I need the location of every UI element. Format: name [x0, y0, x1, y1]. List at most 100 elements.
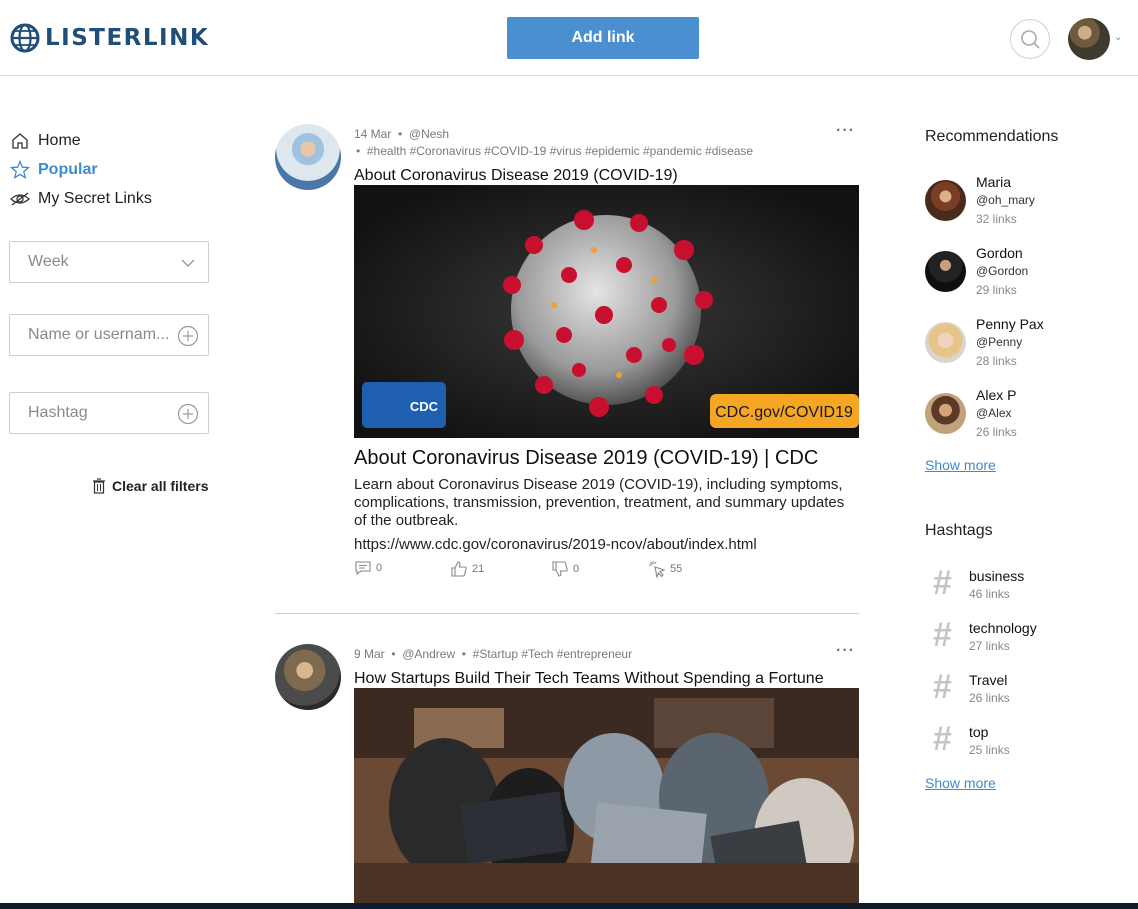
add-circle-icon[interactable]	[177, 403, 199, 425]
nav-item-home[interactable]: Home	[10, 126, 152, 155]
search-icon	[1021, 30, 1040, 49]
logo-text: LISTERLINK	[45, 25, 210, 51]
post-meta: 14 Mar • @Nesh	[354, 127, 450, 141]
more-options-icon[interactable]: ···	[836, 642, 855, 660]
hashtag-icon: #	[933, 616, 952, 654]
chevron-down-icon[interactable]: ⌄	[1114, 32, 1122, 43]
link-preview-title[interactable]: About Coronavirus Disease 2019 (COVID-19…	[354, 447, 818, 470]
post-author[interactable]: @Andrew	[402, 647, 455, 661]
add-link-button[interactable]: Add link	[507, 17, 699, 59]
chevron-down-icon	[181, 259, 195, 267]
hashtag-count: 27 links	[969, 639, 1010, 653]
post-date: 14 Mar	[354, 127, 392, 141]
cdc-logo-text: CDC	[410, 399, 439, 414]
recommendation-item[interactable]: Alex P @Alex 26 links	[925, 387, 1125, 447]
post-image[interactable]	[354, 688, 859, 903]
recommendation-item[interactable]: Gordon @Gordon 29 links	[925, 245, 1125, 305]
clear-filters-button[interactable]: Clear all filters	[92, 478, 209, 494]
likes-count: 21	[472, 563, 485, 575]
hashtag-filter-input[interactable]: Hashtag	[9, 392, 209, 434]
clicks-counter: 55	[648, 560, 682, 578]
add-circle-icon[interactable]	[177, 325, 199, 347]
comment-icon	[355, 561, 371, 576]
name-filter-placeholder: Name or usernam...	[28, 326, 170, 343]
avatar[interactable]	[925, 180, 966, 221]
recommendation-name[interactable]: Gordon	[976, 245, 1023, 261]
post-author-avatar[interactable]	[275, 124, 341, 190]
nav-item-secret-links[interactable]: My Secret Links	[10, 184, 152, 213]
avatar[interactable]	[925, 393, 966, 434]
globe-icon	[10, 23, 40, 53]
recommendation-name[interactable]: Maria	[976, 174, 1011, 190]
comments-count: 0	[376, 562, 383, 574]
hashtags-show-more-link[interactable]: Show more	[925, 775, 996, 791]
recommendation-item[interactable]: Penny Pax @Penny 28 links	[925, 316, 1125, 376]
hashtag-name[interactable]: technology	[969, 620, 1037, 636]
thumbs-up-icon	[451, 561, 467, 577]
top-header: LISTERLINK Add link ⌄	[0, 0, 1138, 76]
left-nav: Home Popular My Secret Links	[10, 126, 152, 213]
post-hashtags: • #health #Coronavirus #COVID-19 #virus …	[356, 144, 754, 158]
post-hashtags-text[interactable]: #Startup #Tech #entrepreneur	[473, 647, 632, 661]
eye-hidden-icon	[10, 189, 30, 209]
hashtag-name[interactable]: Travel	[969, 672, 1007, 688]
recommendation-handle: @Alex	[976, 406, 1012, 420]
clear-filters-label: Clear all filters	[112, 478, 209, 494]
nav-item-label: My Secret Links	[38, 189, 152, 207]
user-avatar[interactable]	[1068, 18, 1110, 60]
more-options-icon[interactable]: ···	[836, 122, 855, 140]
clicks-count: 55	[670, 563, 683, 575]
post-hashtags-text[interactable]: #health #Coronavirus #COVID-19 #virus #e…	[367, 144, 753, 158]
link-preview-url[interactable]: https://www.cdc.gov/coronavirus/2019-nco…	[354, 536, 757, 553]
team-photo-illustration	[354, 688, 859, 903]
hashtag-item[interactable]: # Travel 26 links	[933, 670, 1123, 714]
recommendation-handle: @oh_mary	[976, 193, 1035, 207]
post-title[interactable]: How Startups Build Their Tech Teams With…	[354, 670, 824, 688]
click-icon	[649, 561, 666, 578]
hashtag-icon: #	[933, 720, 952, 758]
hashtags-title: Hashtags	[925, 522, 993, 539]
hashtag-icon: #	[933, 564, 952, 602]
dislikes-count: 0	[573, 563, 580, 575]
post-title[interactable]: About Coronavirus Disease 2019 (COVID-19…	[354, 167, 678, 185]
recommendations-show-more-link[interactable]: Show more	[925, 457, 996, 473]
bottom-edge	[0, 903, 1138, 909]
home-icon	[10, 131, 30, 151]
hashtag-item[interactable]: # technology 27 links	[933, 618, 1123, 662]
thumbs-down-icon	[552, 561, 568, 577]
search-button[interactable]	[1010, 19, 1050, 59]
post-date: 9 Mar	[354, 647, 385, 661]
period-select[interactable]: Week	[9, 241, 209, 283]
hashtag-item[interactable]: # top 25 links	[933, 722, 1123, 766]
hashtag-count: 46 links	[969, 587, 1010, 601]
post-author[interactable]: @Nesh	[409, 127, 449, 141]
post-actions: 0 21 0 55	[354, 560, 859, 582]
recommendation-item[interactable]: Maria @oh_mary 32 links	[925, 174, 1125, 234]
comments-button[interactable]: 0	[354, 560, 382, 576]
post-image[interactable]: CDC CDC.gov/COVID19	[354, 185, 859, 438]
recommendation-count: 32 links	[976, 212, 1017, 226]
hashtag-item[interactable]: # business 46 links	[933, 566, 1123, 610]
recommendations-title: Recommendations	[925, 128, 1059, 145]
avatar[interactable]	[925, 322, 966, 363]
avatar[interactable]	[925, 251, 966, 292]
recommendation-name[interactable]: Penny Pax	[976, 316, 1044, 332]
period-select-value: Week	[28, 253, 69, 270]
recommendation-handle: @Gordon	[976, 264, 1029, 278]
like-button[interactable]: 21	[450, 560, 484, 578]
recommendation-count: 28 links	[976, 354, 1017, 368]
recommendation-count: 29 links	[976, 283, 1017, 297]
hashtag-name[interactable]: top	[969, 724, 988, 740]
nav-item-popular[interactable]: Popular	[10, 155, 152, 184]
logo[interactable]: LISTERLINK	[9, 22, 209, 54]
name-filter-input[interactable]: Name or usernam...	[9, 314, 209, 356]
hashtag-count: 26 links	[969, 691, 1010, 705]
nav-item-label: Popular	[38, 160, 98, 178]
hashtag-name[interactable]: business	[969, 568, 1024, 584]
hashtag-icon: #	[933, 668, 952, 706]
post-author-avatar[interactable]	[275, 644, 341, 710]
dislike-button[interactable]: 0	[551, 560, 579, 578]
hashtag-filter-placeholder: Hashtag	[28, 404, 88, 421]
recommendation-name[interactable]: Alex P	[976, 387, 1016, 403]
hashtag-count: 25 links	[969, 743, 1010, 757]
